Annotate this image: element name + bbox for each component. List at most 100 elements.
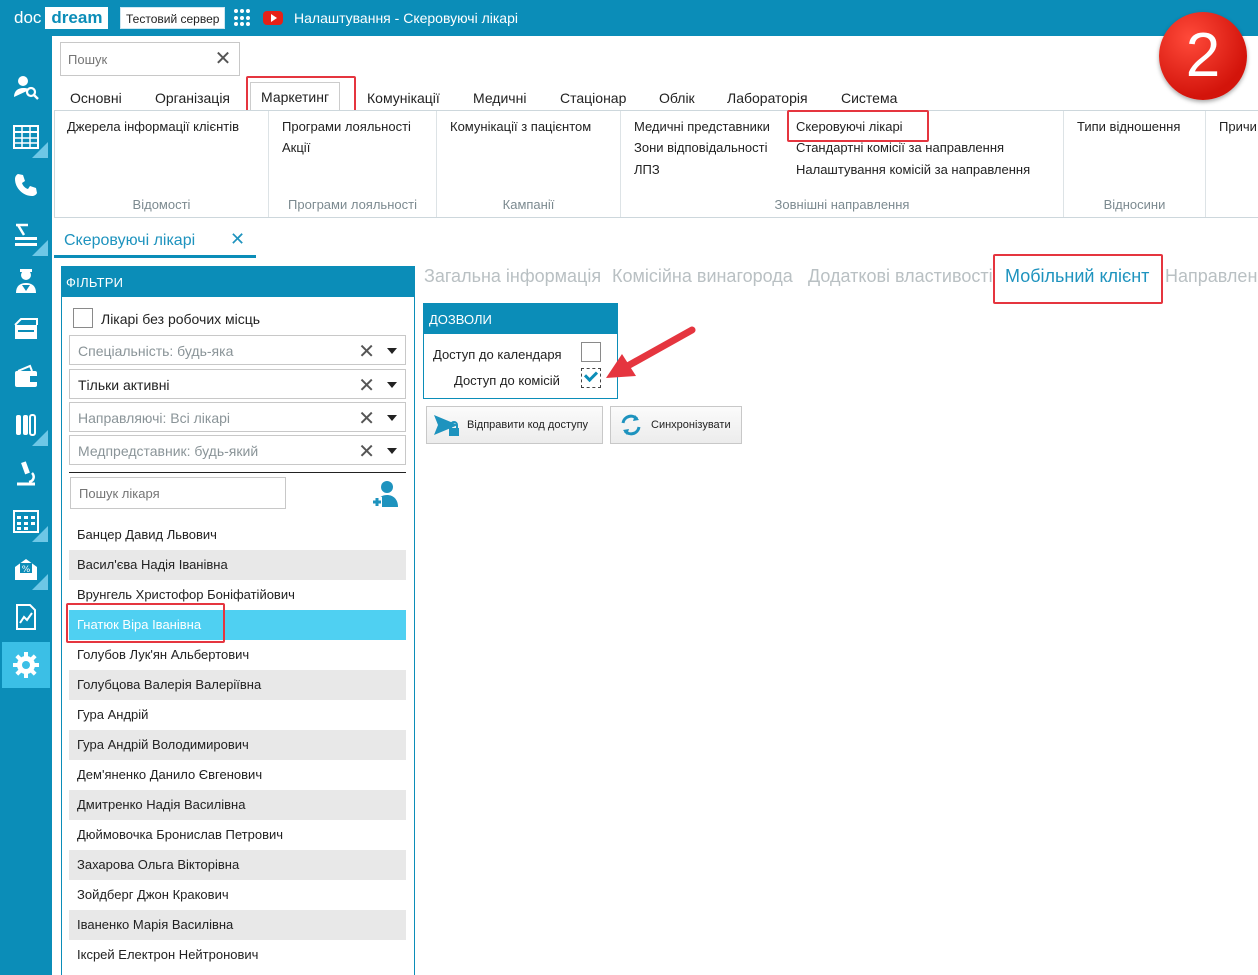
sync-button[interactable]: Синхронізувати	[610, 406, 742, 444]
ribbon-link-commission-settings[interactable]: Налаштування комісій за направлення	[796, 162, 1030, 177]
send-lock-icon	[434, 415, 459, 436]
global-search-input[interactable]	[61, 43, 201, 75]
filters-header: ФІЛЬТРИ	[62, 267, 414, 297]
tab-referrals[interactable]: Направлен	[1165, 266, 1257, 287]
tab-communications[interactable]: Комунікації	[367, 86, 440, 110]
doctor-list: Банцер Давид Львович Васил'єва Надія Іва…	[69, 520, 406, 970]
medrep-combo-value: Медпредставник: будь-який	[78, 443, 259, 459]
send-access-code-label: Відправити код доступу	[467, 419, 589, 431]
ribbon-link-promotions[interactable]: Акції	[282, 140, 310, 155]
discount-mail-icon[interactable]: %	[2, 546, 50, 592]
ribbon-link-facilities[interactable]: ЛПЗ	[634, 162, 660, 177]
no-workplace-label: Лікарі без робочих місць	[101, 311, 261, 327]
ward-icon[interactable]	[2, 306, 50, 352]
tab-organization[interactable]: Організація	[155, 86, 230, 110]
no-workplace-checkbox[interactable]	[73, 308, 93, 328]
tab-inpatient[interactable]: Стаціонар	[560, 86, 626, 110]
patient-search-icon[interactable]	[2, 64, 50, 110]
ribbon-link-patient-communications[interactable]: Комунікації з пацієнтом	[450, 119, 591, 134]
divider	[69, 472, 406, 473]
checkmark-icon	[583, 367, 599, 383]
list-item[interactable]: Гура Андрій Володимирович	[69, 730, 406, 760]
step-number-badge: 2	[1159, 12, 1247, 100]
combo-clear-icon[interactable]: ✕	[358, 373, 375, 398]
list-item[interactable]: Іваненко Марія Василівна	[69, 910, 406, 940]
filters-panel: ФІЛЬТРИ Лікарі без робочих місць Спеціал…	[61, 266, 415, 975]
ribbon-link-referring-doctors[interactable]: Скеровуючі лікарі	[796, 119, 903, 134]
ribbon-group-title: Відомості	[132, 197, 191, 212]
sync-label: Синхронізувати	[651, 419, 731, 431]
referring-combo[interactable]: Направляючі: Всі лікарі ✕	[69, 402, 406, 432]
treatment-icon[interactable]	[2, 212, 50, 258]
doctor-search-input[interactable]	[71, 478, 281, 508]
list-item[interactable]: Іксрей Електрон Нейтронович	[69, 940, 406, 970]
ribbon-link-responsibility-zones[interactable]: Зони відповідальності	[634, 140, 768, 155]
report-icon[interactable]	[2, 594, 50, 640]
tab-commission[interactable]: Комісійна винагорода	[612, 266, 793, 287]
list-item[interactable]: Захарова Ольга Вікторівна	[69, 850, 406, 880]
chevron-down-icon[interactable]	[387, 382, 397, 388]
tab-medical[interactable]: Медичні	[473, 86, 526, 110]
ribbon-group-reasons: Причи	[1206, 111, 1258, 217]
search-clear-icon[interactable]: ✕	[213, 49, 233, 69]
close-tab-icon[interactable]: ✕	[230, 229, 245, 250]
commission-access-label: Доступ до комісій	[454, 373, 560, 388]
microscope-icon[interactable]	[2, 450, 50, 496]
active-only-combo[interactable]: Тільки активні ✕	[69, 369, 406, 399]
tab-main[interactable]: Основні	[70, 86, 122, 110]
tab-extra-properties[interactable]: Додаткові властивості	[808, 266, 993, 287]
apps-grid-icon[interactable]	[234, 9, 252, 27]
app-logo: doc dream	[8, 7, 109, 29]
chevron-down-icon[interactable]	[387, 448, 397, 454]
doctor-icon[interactable]	[2, 258, 50, 304]
combo-clear-icon[interactable]: ✕	[358, 439, 375, 464]
ribbon-link-medical-reps[interactable]: Медичні представники	[634, 119, 770, 134]
list-item[interactable]: Дмитренко Надія Василівна	[69, 790, 406, 820]
medrep-combo[interactable]: Медпредставник: будь-який ✕	[69, 435, 406, 465]
phone-icon[interactable]	[2, 162, 50, 208]
youtube-icon[interactable]	[263, 11, 283, 25]
settings-gear-icon[interactable]	[2, 642, 50, 688]
commission-access-checkbox[interactable]	[581, 367, 601, 388]
calendar-grid-icon[interactable]	[2, 498, 50, 544]
list-item[interactable]: Дем'яненко Данило Євгенович	[69, 760, 406, 790]
tab-marketing[interactable]: Маркетинг	[250, 82, 341, 112]
ribbon-link-reasons[interactable]: Причи	[1219, 119, 1257, 134]
doctor-search	[70, 477, 286, 509]
combo-clear-icon[interactable]: ✕	[358, 406, 375, 431]
logo-dream-text: dream	[45, 7, 109, 29]
tab-mobile-client[interactable]: Мобільний клієнт	[1005, 266, 1149, 287]
schedule-grid-icon[interactable]	[2, 114, 50, 160]
list-item[interactable]: Банцер Давид Львович	[69, 520, 406, 550]
calendar-access-label: Доступ до календаря	[433, 347, 562, 362]
list-item[interactable]: Васил'єва Надія Іванівна	[69, 550, 406, 580]
list-item[interactable]: Зойдберг Джон Кракович	[69, 880, 406, 910]
lab-tubes-icon[interactable]	[2, 402, 50, 448]
ribbon-link-standard-commissions[interactable]: Стандартні комісії за направлення	[796, 140, 1004, 155]
chevron-down-icon[interactable]	[387, 348, 397, 354]
calendar-access-checkbox[interactable]	[581, 342, 601, 362]
list-item[interactable]: Голубов Лук'ян Альбертович	[69, 640, 406, 670]
svg-text:%: %	[22, 565, 31, 575]
ribbon-link-loyalty-programs[interactable]: Програми лояльності	[282, 119, 411, 134]
list-item-selected[interactable]: Гнатюк Віра Іванівна	[69, 610, 406, 640]
document-tab[interactable]: Скеровуючі лікарі ✕	[54, 226, 256, 258]
tab-system[interactable]: Система	[841, 86, 897, 110]
add-doctor-icon[interactable]	[370, 479, 400, 509]
logo-doc-text: doc	[14, 8, 42, 27]
list-item[interactable]: Гура Андрій	[69, 700, 406, 730]
ribbon-link-client-sources[interactable]: Джерела інформації клієнтів	[67, 119, 239, 134]
list-item[interactable]: Дюймовочка Бронислав Петрович	[69, 820, 406, 850]
permissions-header: ДОЗВОЛИ	[424, 304, 617, 334]
ribbon-link-relation-types[interactable]: Типи відношення	[1077, 119, 1180, 134]
list-item[interactable]: Голубцова Валерія Валеріївна	[69, 670, 406, 700]
wallet-icon[interactable]	[2, 354, 50, 400]
combo-clear-icon[interactable]: ✕	[358, 339, 375, 364]
specialty-combo[interactable]: Спеціальність: будь-яка ✕	[69, 335, 406, 365]
list-item[interactable]: Врунгель Христофор Боніфатійович	[69, 580, 406, 610]
tab-laboratory[interactable]: Лабораторія	[727, 86, 808, 110]
chevron-down-icon[interactable]	[387, 415, 397, 421]
tab-accounting[interactable]: Облік	[659, 86, 695, 110]
send-access-code-button[interactable]: Відправити код доступу	[426, 406, 603, 444]
tab-general-info[interactable]: Загальна інформація	[424, 266, 601, 287]
